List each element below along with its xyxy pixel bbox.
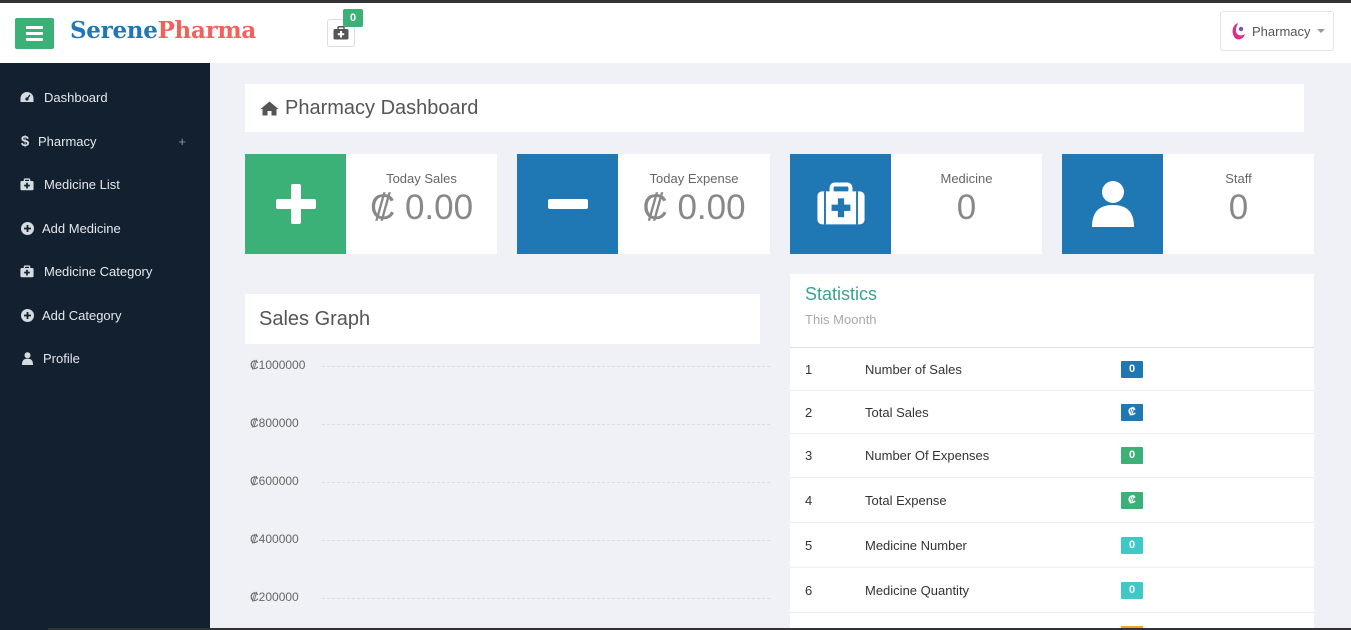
table-row: 5 Medicine Number 0 [790,523,1314,568]
card-value: 0 [1228,188,1249,227]
user-avatar-icon [1232,23,1245,40]
y-tick-label: ₡800000 [250,416,299,430]
sidebar-item-label: Dashboard [44,89,108,105]
user-icon [1091,181,1134,227]
status-badge: 0 [1121,582,1143,599]
sidebar-item-add-category[interactable]: Add Category [0,300,210,330]
status-badge: ₡ [1121,492,1143,509]
menu-toggle-button[interactable] [15,18,54,49]
table-row: 4 Total Expense ₡ [790,478,1314,523]
status-badge: 0 [1121,447,1143,464]
dashboard-icon [20,90,34,104]
sidebar-item-label: Pharmacy [38,133,97,149]
today-sales-card[interactable]: Today Sales ₡ 0.00 [245,154,497,254]
y-tick-label: ₡1000000 [250,358,306,372]
card-label: Medicine [940,171,993,186]
medkit-icon [816,182,865,225]
cart-count-badge: 0 [343,9,363,27]
brand-name-part1: Serene [70,17,158,44]
statistics-subtitle: This Moonth [805,312,877,327]
sidebar-item-label: Medicine Category [44,263,153,279]
row-name: Total Sales [865,405,929,420]
sidebar-item-medicine-category[interactable]: Medicine Category [0,256,210,286]
page-title: Pharmacy Dashboard [285,96,479,119]
status-badge: 0 [1121,361,1143,378]
row-number: 6 [805,583,813,598]
card-icon-box [790,154,891,254]
row-number: 4 [805,493,813,508]
sidebar-item-dashboard[interactable]: Dashboard [0,82,210,112]
row-number: 2 [805,405,813,420]
row-name: Number Of Expenses [865,448,990,463]
card-label: Today Sales [386,171,457,186]
plus-circle-icon [20,308,34,322]
sidebar-item-label: Profile [43,350,80,366]
row-name: Total Expense [865,493,947,508]
sidebar-item-pharmacy[interactable]: $ Pharmacy + [0,126,210,156]
sidebar-item-medicine-list[interactable]: Medicine List [0,169,210,199]
gridline [322,366,770,367]
row-name: Number of Sales [865,362,962,377]
statistics-title: Statistics [805,284,878,304]
brand-name-part2: Pharma [157,17,257,44]
medicine-card[interactable]: Medicine 0 [790,154,1042,254]
brand-logo[interactable]: SerenePharma [70,17,256,44]
user-menu-label: Pharmacy [1252,23,1311,39]
user-menu-dropdown[interactable]: Pharmacy [1220,11,1334,51]
row-number: 3 [805,448,813,463]
expand-plus-icon[interactable]: + [178,134,186,149]
table-row: 6 Medicine Quantity 0 [790,568,1314,613]
y-tick-label: ₡600000 [250,474,299,488]
hamburger-icon [26,26,43,29]
gridline [322,482,770,483]
page-header: Pharmacy Dashboard [245,84,1304,132]
status-badge: 0 [1121,537,1143,554]
card-value: ₡ 0.00 [369,188,474,227]
sidebar: Dashboard $ Pharmacy + Medicine List Add… [0,63,210,630]
hamburger-icon-line [26,32,43,35]
gridline [322,540,770,541]
plus-icon [275,184,316,224]
card-value: 0 [956,188,977,227]
y-tick-label: ₡400000 [250,532,299,546]
dollar-icon: $ [20,132,30,150]
minus-icon [547,199,588,209]
row-number: 5 [805,538,813,553]
user-icon [20,351,34,365]
row-number: 1 [805,362,813,377]
sales-graph-title: Sales Graph [259,307,371,330]
y-tick-label: ₡200000 [250,590,299,604]
sales-graph-header: Sales Graph [245,294,760,344]
card-value: ₡ 0.00 [642,188,746,227]
sidebar-item-label: Add Category [42,307,122,323]
medkit-icon [333,26,349,40]
row-name: Medicine Quantity [865,583,970,598]
plus-circle-icon [20,221,34,235]
sidebar-item-label: Medicine List [44,176,120,192]
card-icon-box [517,154,618,254]
sidebar-item-profile[interactable]: Profile [0,343,210,373]
medkit-icon [20,264,34,278]
chevron-down-icon [1316,29,1325,33]
medkit-icon [20,177,34,191]
staff-card[interactable]: Staff 0 [1062,154,1314,254]
table-row: 1 Number of Sales 0 [790,348,1314,391]
top-bar: SerenePharma 0 Pharmacy [0,0,1351,63]
status-badge: ₡ [1121,404,1143,421]
table-row: 3 Number Of Expenses 0 [790,434,1314,478]
table-row: 2 Total Sales ₡ [790,391,1314,434]
row-name: Medicine Number [865,538,967,553]
card-icon-box [1062,154,1163,254]
gridline [322,424,770,425]
today-expense-card[interactable]: Today Expense ₡ 0.00 [517,154,770,254]
card-label: Today Expense [649,171,739,186]
sidebar-item-add-medicine[interactable]: Add Medicine [0,213,210,243]
hamburger-icon-line [26,38,43,41]
card-icon-box [245,154,346,254]
card-label: Staff [1225,171,1252,186]
sidebar-item-label: Add Medicine [42,220,121,236]
statistics-panel: Statistics This Moonth 1 Number of Sales… [790,274,1314,630]
home-icon [260,101,279,115]
gridline [322,598,770,599]
